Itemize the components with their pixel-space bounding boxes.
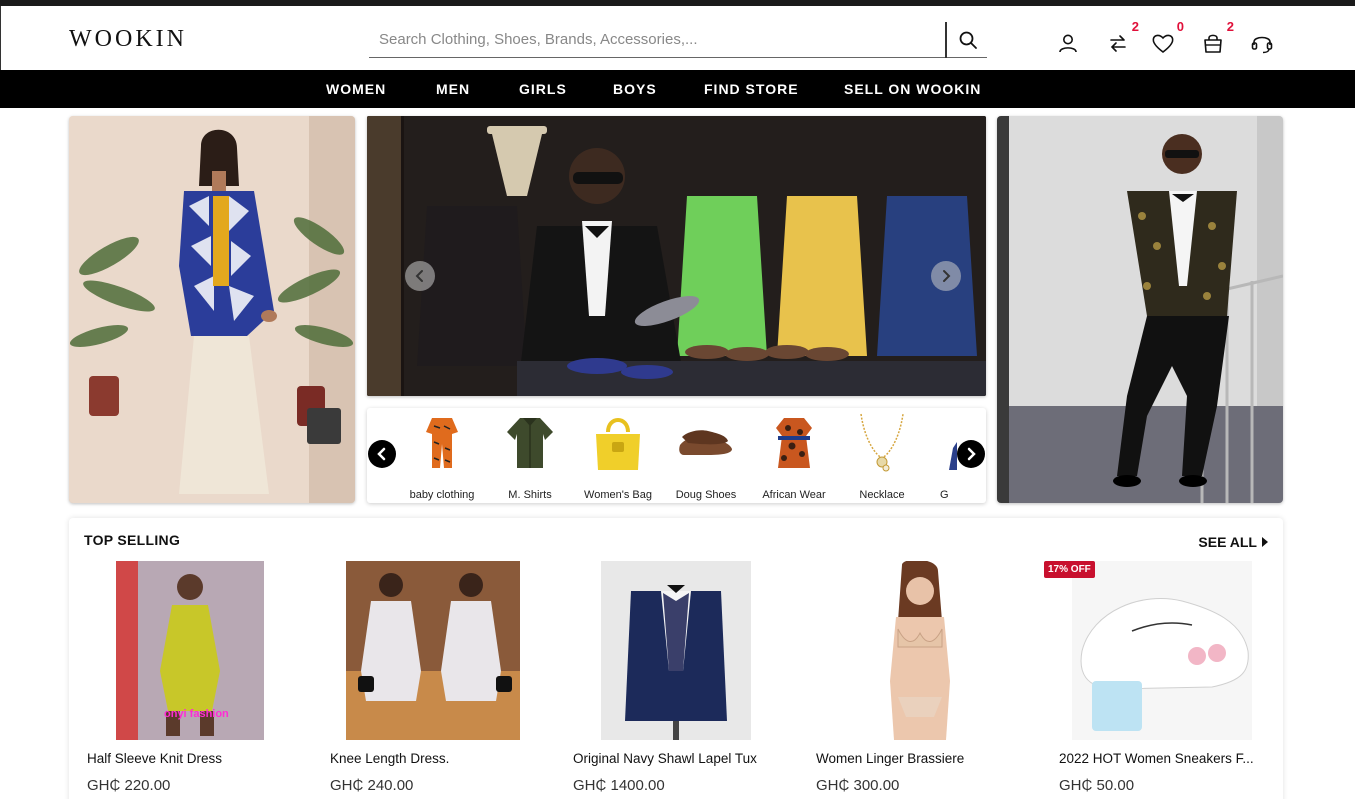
nav-men[interactable]: MEN bbox=[436, 81, 470, 97]
user-icon bbox=[1059, 34, 1077, 53]
nav-women[interactable]: WOMEN bbox=[326, 81, 386, 97]
partial-category-icon bbox=[940, 412, 960, 474]
heart-icon bbox=[1152, 34, 1174, 54]
top-selling-section: TOP SELLING SEE ALL onyi fashion Half Sl… bbox=[69, 518, 1283, 799]
search-input[interactable] bbox=[369, 22, 943, 56]
category-label: Necklace bbox=[859, 489, 905, 501]
nav-find-store[interactable]: FIND STORE bbox=[704, 81, 799, 97]
search-divider bbox=[945, 22, 947, 58]
category-label: G bbox=[940, 489, 949, 501]
cart-count-badge: 2 bbox=[1226, 19, 1234, 34]
compare-count-badge: 2 bbox=[1131, 19, 1139, 34]
product-image bbox=[1072, 561, 1252, 740]
product-watermark: onyi fashion bbox=[164, 708, 229, 720]
chevron-right-icon bbox=[943, 270, 951, 282]
see-all-link[interactable]: SEE ALL bbox=[1198, 534, 1269, 550]
category-prev-button[interactable] bbox=[368, 440, 396, 468]
main-nav: WOMEN MEN GIRLS BOYS FIND STORE SELL ON … bbox=[0, 70, 1355, 108]
search-bar bbox=[369, 22, 987, 58]
search-button[interactable] bbox=[949, 22, 987, 58]
chevron-left-icon bbox=[415, 270, 423, 282]
category-label: Women's Bag bbox=[584, 489, 652, 501]
see-all-label: SEE ALL bbox=[1198, 534, 1257, 550]
product-card[interactable]: Women Linger Brassiere GH₵ 300.00 bbox=[816, 561, 1036, 799]
category-strip: baby clothing M. Shirts Women's Bag Doug… bbox=[367, 408, 986, 503]
product-price: GH₵ 240.00 bbox=[330, 777, 414, 794]
category-next-button[interactable] bbox=[957, 440, 985, 468]
hero-banner-men[interactable] bbox=[997, 116, 1283, 503]
product-image bbox=[346, 561, 520, 740]
product-name: Half Sleeve Knit Dress bbox=[87, 751, 223, 766]
shirt-icon bbox=[500, 412, 560, 474]
support-button[interactable] bbox=[1247, 28, 1277, 58]
product-image bbox=[850, 561, 990, 740]
compare-button[interactable]: 2 bbox=[1103, 19, 1139, 58]
product-card[interactable]: Knee Length Dress. GH₵ 240.00 bbox=[330, 561, 550, 799]
african-dress-icon bbox=[764, 412, 824, 474]
category-m-shirts[interactable]: M. Shirts bbox=[486, 412, 574, 502]
site-header: WOOKIN 2 0 bbox=[0, 6, 1355, 70]
bag-icon bbox=[1204, 34, 1222, 53]
compare-icon bbox=[1110, 35, 1126, 52]
product-price: GH₵ 50.00 bbox=[1059, 777, 1135, 794]
category-baby-clothing[interactable]: baby clothing bbox=[398, 412, 486, 502]
chevron-right-icon bbox=[967, 447, 976, 461]
cart-button[interactable]: 2 bbox=[1198, 19, 1234, 58]
handbag-icon bbox=[588, 412, 648, 474]
category-label: M. Shirts bbox=[508, 489, 552, 501]
header-icons: 2 0 2 bbox=[1051, 19, 1291, 58]
product-price: GH₵ 220.00 bbox=[87, 777, 171, 794]
product-image bbox=[601, 561, 751, 740]
category-necklace[interactable]: Necklace bbox=[838, 412, 926, 502]
category-label: baby clothing bbox=[409, 489, 475, 501]
category-label: Doug Shoes bbox=[675, 489, 737, 501]
account-button[interactable] bbox=[1053, 28, 1083, 58]
category-doug-shoes[interactable]: Doug Shoes bbox=[662, 412, 750, 502]
section-title: TOP SELLING bbox=[84, 532, 181, 548]
product-card[interactable]: onyi fashion Half Sleeve Knit Dress GH₵ … bbox=[87, 561, 307, 799]
nav-sell-on-wookin[interactable]: SELL ON WOOKIN bbox=[844, 81, 981, 97]
baby-clothing-icon bbox=[412, 412, 472, 474]
hero-men-image bbox=[997, 116, 1283, 503]
hero-carousel[interactable] bbox=[367, 116, 986, 396]
carousel-prev-button[interactable] bbox=[405, 261, 435, 291]
hero-banner-women[interactable] bbox=[69, 116, 355, 503]
carousel-next-button[interactable] bbox=[931, 261, 961, 291]
product-name: 2022 HOT Women Sneakers F... bbox=[1059, 751, 1254, 766]
site-logo[interactable]: WOOKIN bbox=[69, 26, 187, 53]
wishlist-button[interactable]: 0 bbox=[1148, 19, 1184, 58]
headset-icon bbox=[1251, 36, 1273, 54]
nav-boys[interactable]: BOYS bbox=[613, 81, 657, 97]
hero-carousel-image bbox=[367, 116, 986, 396]
product-price: GH₵ 300.00 bbox=[816, 777, 900, 794]
product-name: Original Navy Shawl Lapel Tux bbox=[573, 751, 757, 766]
caret-right-icon bbox=[1262, 537, 1268, 547]
loafer-shoe-icon bbox=[676, 412, 736, 474]
product-card[interactable]: Original Navy Shawl Lapel Tux GH₵ 1400.0… bbox=[573, 561, 793, 799]
search-icon bbox=[959, 31, 977, 49]
wishlist-count-badge: 0 bbox=[1176, 19, 1184, 34]
product-card[interactable]: 17% OFF 2022 HOT Women Sneakers F... GH₵… bbox=[1044, 561, 1279, 799]
nav-girls[interactable]: GIRLS bbox=[519, 81, 567, 97]
discount-badge: 17% OFF bbox=[1044, 561, 1095, 578]
chevron-left-icon bbox=[377, 447, 386, 461]
product-name: Women Linger Brassiere bbox=[816, 751, 965, 766]
category-womens-bag[interactable]: Women's Bag bbox=[574, 412, 662, 502]
necklace-icon bbox=[852, 412, 912, 474]
product-name: Knee Length Dress. bbox=[330, 751, 450, 766]
category-label: African Wear bbox=[762, 489, 826, 501]
product-price: GH₵ 1400.00 bbox=[573, 777, 665, 794]
hero-women-image bbox=[69, 116, 355, 503]
product-image: onyi fashion bbox=[116, 561, 264, 740]
category-african-wear[interactable]: African Wear bbox=[750, 412, 838, 502]
